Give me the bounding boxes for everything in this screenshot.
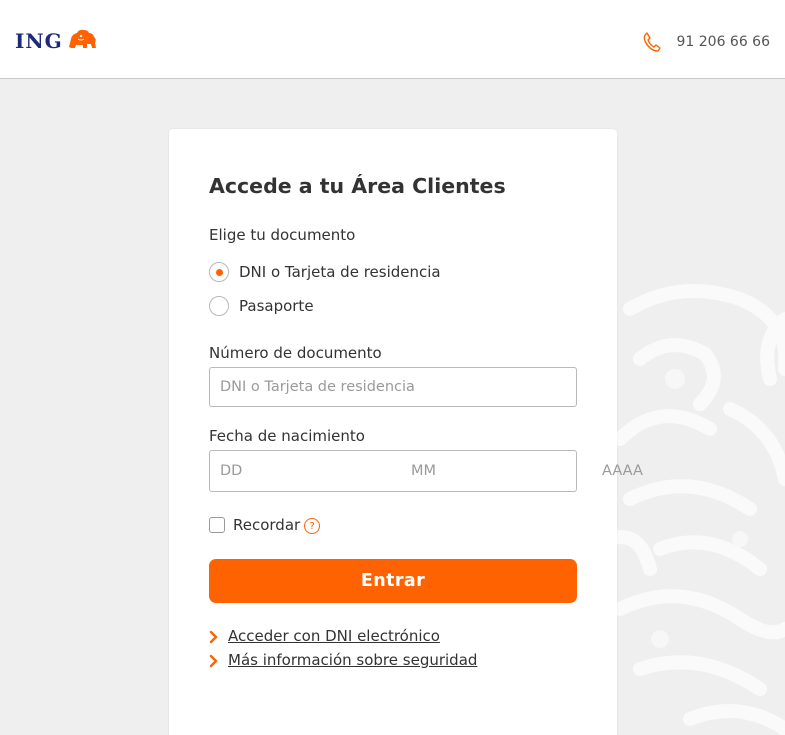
chevron-right-icon: [209, 629, 219, 644]
birth-month-input[interactable]: [401, 451, 592, 491]
birth-year-input[interactable]: [592, 451, 783, 491]
remember-label[interactable]: Recordar: [233, 516, 300, 534]
chevron-right-icon: [209, 653, 219, 668]
header: ING 91 206 66 66: [0, 0, 785, 79]
remember-checkbox[interactable]: [209, 516, 225, 533]
radio-passport-label[interactable]: Pasaporte: [239, 297, 314, 315]
birth-date-label: Fecha de nacimiento: [209, 427, 365, 445]
dni-electronic-link[interactable]: Acceder con DNI electrónico: [228, 627, 440, 645]
radio-dni-button[interactable]: [209, 262, 229, 282]
remember-option[interactable]: Recordar ?: [209, 515, 321, 534]
radio-dni-label[interactable]: DNI o Tarjeta de residencia: [239, 263, 441, 281]
birth-day-input[interactable]: [210, 451, 401, 491]
security-info-link-row[interactable]: Más información sobre seguridad: [209, 651, 477, 669]
document-number-label: Número de documento: [209, 344, 382, 362]
help-icon[interactable]: ?: [304, 518, 321, 534]
radio-passport-button[interactable]: [209, 296, 229, 316]
phone-number[interactable]: 91 206 66 66: [676, 34, 770, 50]
document-number-input[interactable]: [209, 367, 577, 407]
phone-icon: [642, 31, 662, 53]
ing-logo[interactable]: ING: [15, 27, 98, 55]
birth-date-field: [209, 450, 783, 492]
page-title: Accede a tu Área Clientes: [209, 174, 506, 198]
radio-passport[interactable]: Pasaporte: [209, 296, 314, 316]
document-type-label: Elige tu documento: [209, 226, 356, 244]
background-lion-pattern: [600, 279, 785, 735]
security-info-link[interactable]: Más información sobre seguridad: [228, 651, 477, 669]
logo-text: ING: [15, 29, 63, 53]
radio-dni[interactable]: DNI o Tarjeta de residencia: [209, 262, 441, 282]
dni-electronic-link-row[interactable]: Acceder con DNI electrónico: [209, 627, 440, 645]
login-card: Accede a tu Área Clientes Elige tu docum…: [169, 129, 783, 735]
phone-contact[interactable]: 91 206 66 66: [642, 31, 770, 53]
submit-button[interactable]: Entrar: [209, 559, 577, 603]
ing-lion-icon: [66, 27, 98, 55]
